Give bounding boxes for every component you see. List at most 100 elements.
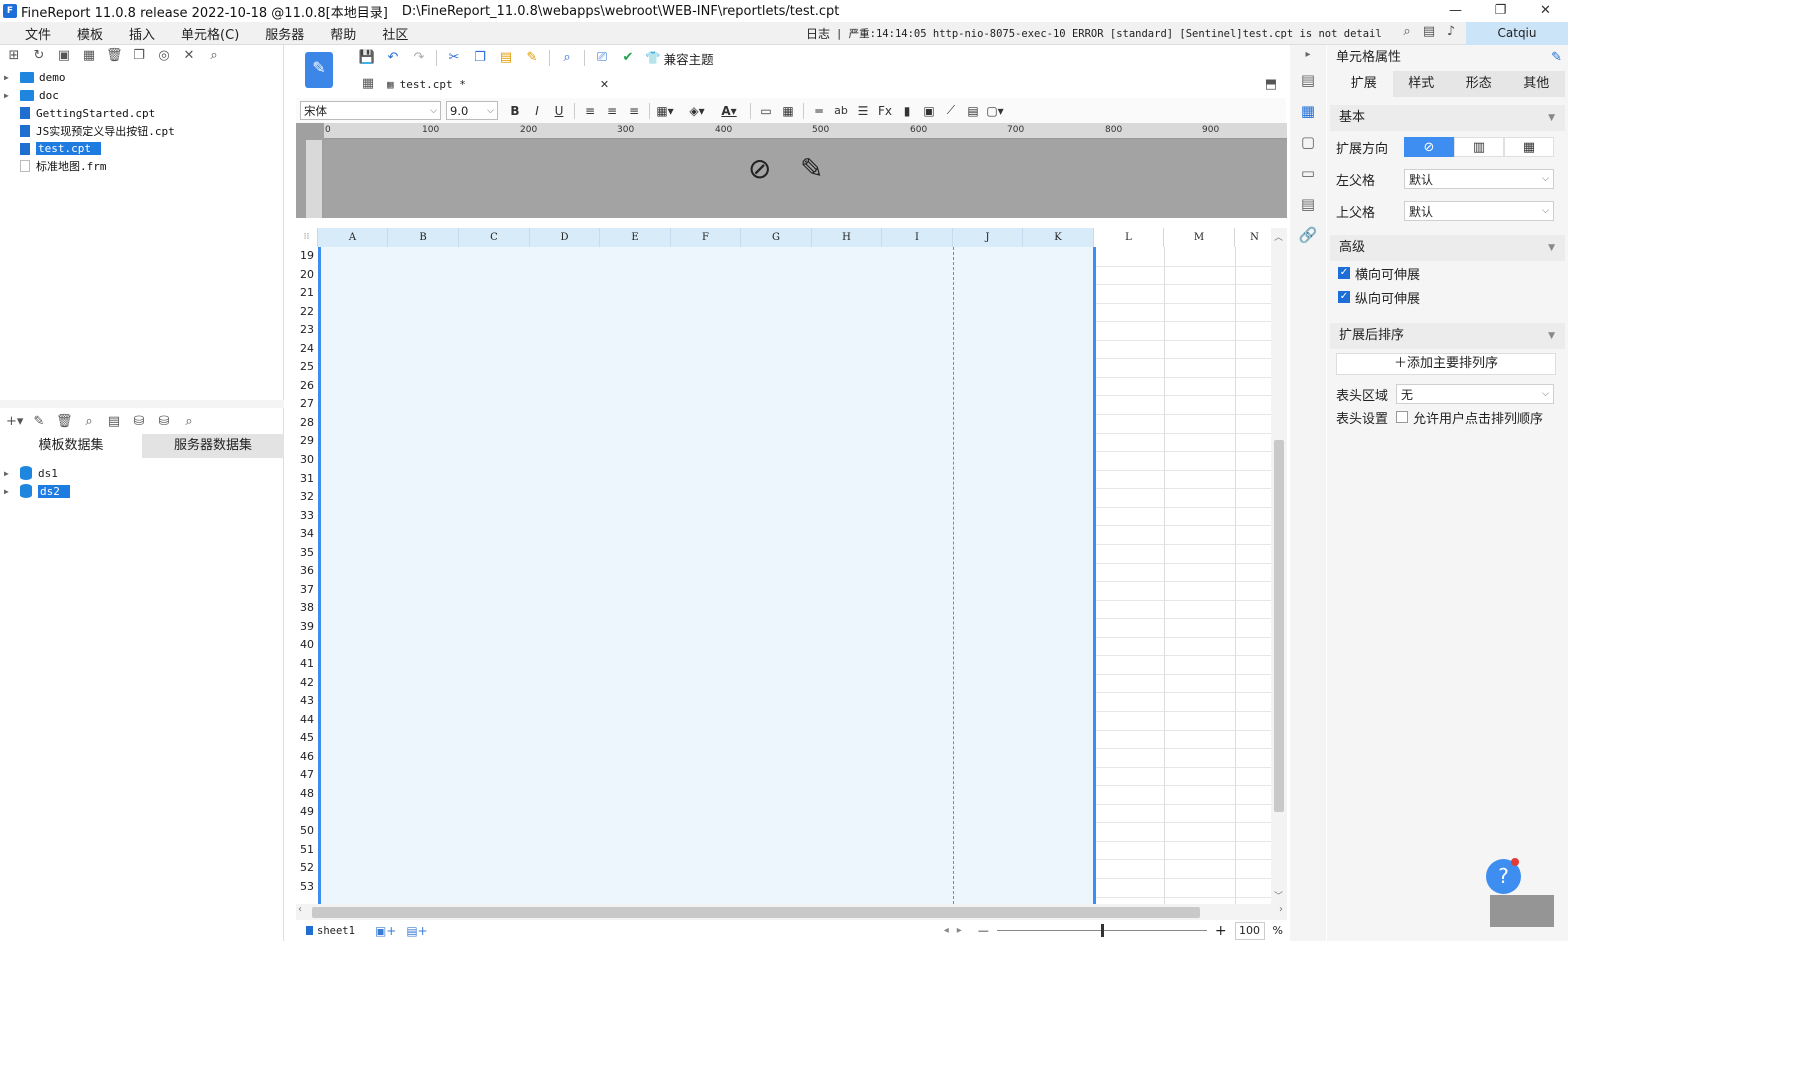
cut-icon[interactable]: ✂ [445,49,463,67]
row-header[interactable]: 32 [296,488,318,507]
vertical-expand-icon[interactable]: ▥ [1454,137,1504,157]
scroll-right-icon[interactable]: › [1279,904,1283,915]
pin-icon[interactable]: ⬒ [1265,77,1277,92]
italic-icon[interactable]: I [526,104,548,118]
add-form-sheet-icon[interactable]: ▤+ [406,924,427,938]
column-header[interactable]: C [459,228,530,247]
row-header[interactable]: 22 [296,302,318,322]
expand-arrow-icon[interactable]: ▶ [4,469,14,478]
row-header[interactable]: 47 [296,766,318,785]
pencil-icon[interactable]: ✎ [800,152,823,185]
formula-icon[interactable]: Fx [874,104,896,118]
cell-element-icon[interactable]: ▢ [1290,127,1326,158]
underline-icon[interactable]: U [548,104,570,118]
allow-sort-checkbox[interactable] [1396,411,1408,423]
collapse-panel-icon[interactable]: ▸ [1290,45,1326,65]
expand-arrow-icon[interactable]: ▶ [4,73,14,82]
h-expand-checkbox[interactable]: ✓ [1338,267,1350,279]
tab-template-dataset[interactable]: 模板数据集 [0,434,142,458]
column-header[interactable]: E [600,228,671,247]
tree-item[interactable]: GettingStarted.cpt [0,104,283,122]
section-sort[interactable]: 扩展后排序 ▼ [1330,323,1565,349]
menu-server[interactable]: 服务器 [252,24,317,43]
bell-icon[interactable]: ♪ [1443,24,1459,40]
horizontal-scroll-thumb[interactable] [312,907,1200,918]
grid-icon[interactable]: ▦ [359,75,377,93]
column-header[interactable]: A [318,228,388,247]
row-header[interactable]: 36 [296,562,318,581]
row-header[interactable]: 28 [296,413,318,433]
eye-slash-icon[interactable]: ⊘ [748,152,771,185]
widget-icon[interactable]: ▭ [1290,158,1326,189]
tree-item[interactable]: ▶ doc [0,87,283,105]
check-icon[interactable]: ⎚ [593,49,611,67]
close-tab-icon[interactable]: ✕ [600,78,609,91]
font-size-select[interactable]: 9.0 ⌵ [446,101,498,120]
doc-tab-test[interactable]: ▦ test.cpt * [381,73,472,95]
redo-icon[interactable]: ↷ [410,49,428,67]
preview-icon[interactable]: ⌕ [81,414,97,429]
row-header[interactable]: 34 [296,525,318,544]
section-advanced[interactable]: 高级 ▼ [1330,235,1565,261]
spreadsheet-grid[interactable]: ⁝⁝ A B C D E F G H I J K L M N 19 20 21 22 2… [296,228,1271,904]
scroll-left-icon[interactable]: ‹ [298,904,302,915]
copy-icon[interactable]: ❐ [131,48,147,64]
rich-text-icon[interactable]: ☰ [852,104,874,118]
v-expand-checkbox-row[interactable]: ✓ 纵向可伸展 [1327,285,1568,309]
tree-item[interactable]: JS实现预定义导出按钮.cpt [0,122,283,140]
cell-props-icon[interactable]: ▦ [1290,96,1326,127]
scroll-up-icon[interactable]: ︿ [1274,230,1283,243]
scroll-down-icon[interactable]: ﹀ [1274,889,1283,902]
row-header[interactable]: 23 [296,321,318,340]
vertical-scroll-thumb[interactable] [1274,440,1284,812]
zoom-slider[interactable] [996,924,1207,937]
add-dataset-icon[interactable]: +▾ [6,414,23,429]
row-header[interactable]: 20 [296,265,318,285]
font-color-icon[interactable]: A▾ [718,104,740,118]
column-header[interactable]: K [1023,228,1094,247]
horizontal-expand-icon[interactable]: ▦ [1504,137,1554,157]
expand-arrow-icon[interactable]: ▶ [4,487,14,496]
close-window-button[interactable]: ✕ [1523,0,1568,22]
format-painter-icon[interactable]: ✎ [523,49,541,67]
log-bar[interactable]: 日志 | 严重:14:14:05 http-nio-8075-exec-10 E… [806,22,1386,45]
edit-pen-icon[interactable]: ✎ [1551,45,1562,71]
slash-icon[interactable]: ⟋ [940,103,962,118]
menu-community[interactable]: 社区 [369,24,421,43]
align-right-icon[interactable]: ≡ [623,104,645,118]
open-icon[interactable]: ▣ [56,48,72,64]
insert-line-icon[interactable]: ═ [808,104,830,118]
bold-icon[interactable]: B [504,104,526,118]
table-icon[interactable]: ▦ [777,104,799,118]
column-header[interactable]: I [882,228,953,247]
zoom-slider-knob[interactable] [1100,924,1104,937]
fill-color-icon[interactable]: ◈▾ [686,104,708,118]
params-icon[interactable]: ▤ [106,414,122,429]
row-header[interactable]: 49 [296,803,318,822]
row-header[interactable]: 19 [296,247,318,266]
row-header[interactable]: 35 [296,543,318,563]
prev-sheet-icon[interactable]: ◂ [944,925,949,936]
selected-range[interactable] [318,247,1094,904]
next-sheet-icon[interactable]: ▸ [957,925,962,936]
undo-icon[interactable]: ↶ [384,49,402,67]
h-expand-checkbox-row[interactable]: ✓ 横向可伸展 [1327,261,1568,285]
text-icon[interactable]: ab [830,104,852,117]
edit-icon[interactable]: ✎ [31,414,47,429]
hyperlink-icon[interactable]: 🔗 [1290,220,1326,251]
section-basic[interactable]: 基本 ▼ [1330,105,1565,131]
new-folder-icon[interactable]: ⊞ [6,48,22,64]
tree-item-selected[interactable]: test.cpt [0,140,283,158]
menu-file[interactable]: 文件 [12,24,64,43]
merge-icon[interactable]: ▭ [755,104,777,118]
search-dataset-icon[interactable]: ⌕ [181,414,197,429]
column-header[interactable]: F [671,228,741,247]
theme-button[interactable]: 👕 兼容主题 [645,49,714,68]
delete-icon[interactable]: 🗑 [106,48,123,64]
row-header[interactable]: 40 [296,636,318,656]
paste-icon[interactable]: ▤ [497,49,515,67]
database-icon[interactable]: ⛁ [131,414,147,429]
row-header[interactable]: 37 [296,580,318,600]
menu-help[interactable]: 帮助 [317,24,369,43]
column-header[interactable]: G [741,228,812,247]
